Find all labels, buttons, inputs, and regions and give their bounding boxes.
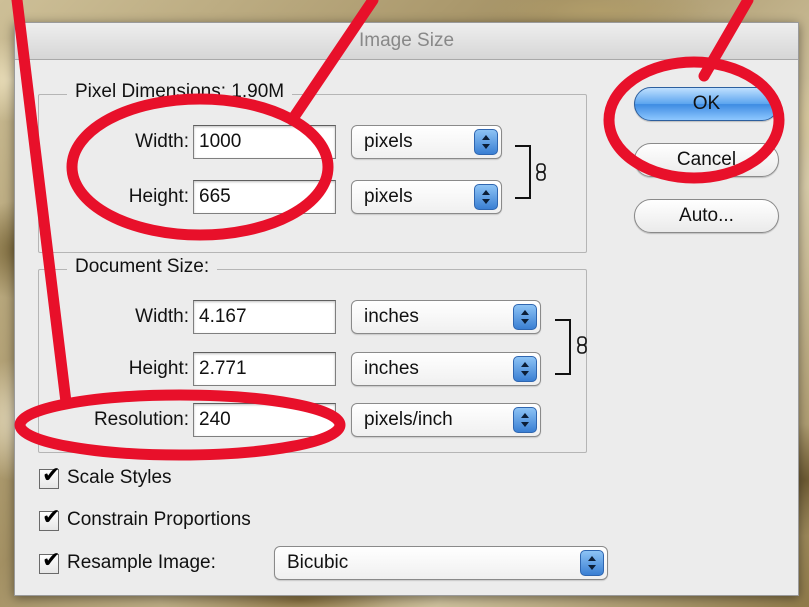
checkmark-icon: ✔: [42, 463, 61, 488]
up-down-arrows-icon: [513, 304, 537, 330]
checkmark-icon: ✔: [42, 505, 61, 530]
cancel-button[interactable]: Cancel: [634, 143, 779, 177]
resample-method-value: Bicubic: [287, 552, 349, 573]
doc-height-unit-select[interactable]: inches: [351, 352, 541, 386]
pixel-width-label: Width:: [135, 131, 189, 152]
scale-styles-checkbox[interactable]: ✔: [39, 464, 60, 489]
pixel-height-input[interactable]: 665: [193, 180, 336, 214]
doc-height-input[interactable]: 2.771: [193, 352, 336, 386]
doc-height-label: Height:: [128, 358, 189, 379]
pixel-dimensions-label: Pixel Dimensions:: [75, 81, 226, 102]
pixel-height-label: Height:: [128, 186, 189, 207]
resample-image-label: Resample Image:: [67, 552, 216, 573]
resolution-label: Resolution:: [93, 409, 189, 430]
auto-button[interactable]: Auto...: [634, 199, 779, 233]
dialog-title: Image Size: [358, 30, 455, 51]
pixel-link-bracket: [515, 145, 531, 199]
resample-image-checkbox[interactable]: ✔: [39, 549, 60, 574]
chain-link-icon: [577, 336, 587, 354]
constrain-proportions-checkbox[interactable]: ✔: [39, 506, 60, 531]
constrain-proportions-label: Constrain Proportions: [67, 509, 251, 530]
doc-height-unit-value: inches: [364, 358, 419, 379]
pixel-dimensions-group: [38, 94, 587, 253]
up-down-arrows-icon: [513, 407, 537, 433]
document-link-bracket: [555, 319, 571, 375]
title-bar[interactable]: Image Size: [15, 23, 798, 60]
doc-width-unit-value: inches: [364, 306, 419, 327]
up-down-arrows-icon: [474, 129, 498, 155]
doc-width-label: Width:: [135, 306, 189, 327]
document-size-legend: Document Size:: [67, 256, 218, 278]
doc-width-unit-select[interactable]: inches: [351, 300, 541, 334]
resolution-unit-value: pixels/inch: [364, 409, 453, 430]
pixel-width-unit-select[interactable]: pixels: [351, 125, 502, 159]
image-size-dialog: Image Size Pixel Dimensions: 1.90M Width…: [14, 22, 799, 596]
up-down-arrows-icon: [513, 356, 537, 382]
up-down-arrows-icon: [580, 550, 604, 576]
pixel-dimensions-legend: Pixel Dimensions: 1.90M: [67, 81, 293, 103]
pixel-dimensions-size: 1.90M: [231, 81, 285, 102]
pixel-width-unit-value: pixels: [364, 131, 413, 152]
up-down-arrows-icon: [474, 184, 498, 210]
resolution-unit-select[interactable]: pixels/inch: [351, 403, 541, 437]
ok-button[interactable]: OK: [634, 87, 779, 121]
pixel-width-input[interactable]: 1000: [193, 125, 336, 159]
doc-width-input[interactable]: 4.167: [193, 300, 336, 334]
chain-link-icon: [536, 163, 546, 181]
resolution-input[interactable]: 240: [193, 403, 336, 437]
checkmark-icon: ✔: [42, 548, 61, 573]
pixel-height-unit-value: pixels: [364, 186, 413, 207]
pixel-height-unit-select[interactable]: pixels: [351, 180, 502, 214]
scale-styles-label: Scale Styles: [67, 467, 172, 488]
resample-method-select[interactable]: Bicubic: [274, 546, 608, 580]
